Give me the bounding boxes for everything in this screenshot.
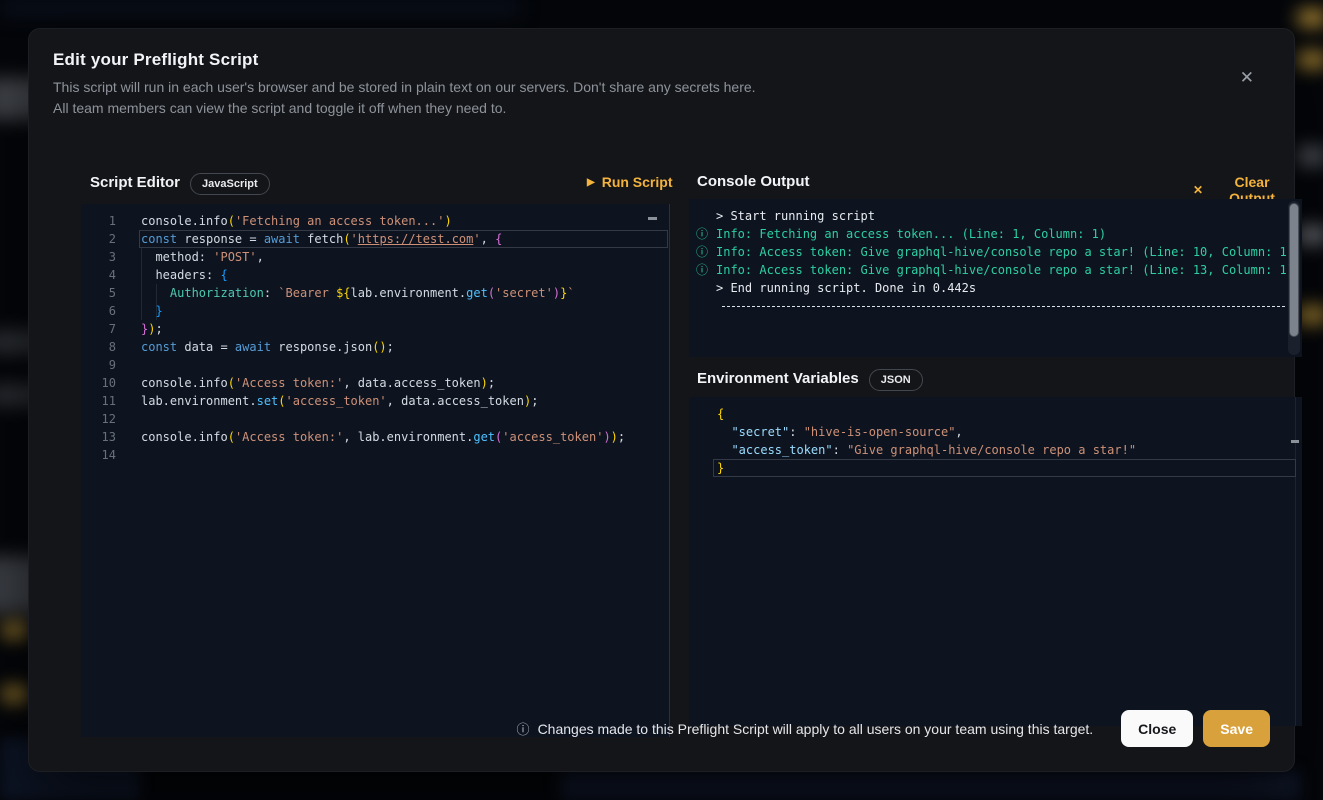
background-blur [2, 622, 28, 638]
code-line: 12 [81, 410, 669, 428]
line-number: 14 [81, 446, 116, 464]
run-script-label: Run Script [602, 174, 673, 190]
modal-description-line2: All team members can view the script and… [53, 100, 506, 116]
json-badge: JSON [869, 369, 923, 391]
code-line: 4 headers: { [81, 266, 669, 284]
console-scrollbar-thumb[interactable] [1289, 203, 1299, 337]
console-output-panel: > Start running script ⓘ Info: Fetching an… [689, 199, 1302, 357]
current-line-highlight [713, 459, 1296, 477]
info-circle-icon: ⓘ [695, 243, 709, 261]
javascript-badge: JavaScript [190, 173, 270, 195]
environment-variables-label: Environment Variables [697, 370, 859, 387]
line-number: 12 [81, 410, 116, 428]
code-line: { [689, 405, 1302, 423]
code-line: } [689, 459, 1302, 477]
clear-icon: ✕ [1193, 183, 1203, 197]
console-entry: ⓘ Info: Access token: Give graphql-hive/c… [695, 243, 1302, 261]
background-blur [2, 686, 28, 702]
line-number: 6 [81, 302, 116, 320]
close-button[interactable]: Close [1121, 710, 1193, 747]
info-icon: ⓘ [517, 719, 530, 738]
code-line: 3 method: 'POST', [81, 248, 669, 266]
play-icon: ▶ [587, 177, 595, 188]
code-line: 11 lab.environment.set('access_token', da… [81, 392, 669, 410]
info-circle-icon: ⓘ [695, 261, 709, 279]
line-number: 13 [81, 428, 116, 446]
console-entry: ⓘ Info: Fetching an access token... (Line… [695, 225, 1302, 243]
code-line: "secret": "hive-is-open-source", [689, 423, 1302, 441]
footer-note-text: Changes made to this Preflight Script wi… [538, 721, 1094, 737]
code-text: "access_token": "Give graphql-hive/conso… [717, 441, 1136, 459]
console-entry-text: Info: Fetching an access token... (Line:… [716, 225, 1296, 243]
line-number: 3 [81, 248, 116, 266]
code-text: headers: { [141, 266, 228, 284]
line-number: 9 [81, 356, 116, 374]
code-line: 14 [81, 446, 669, 464]
console-entry-text: > End running script. Done in 0.442s [716, 279, 1296, 297]
background-blur [560, 770, 1300, 800]
code-text: const data = await response.json(); [141, 338, 394, 356]
console-entry: > Start running script [695, 207, 1302, 225]
line-number: 8 [81, 338, 116, 356]
console-entry-text: Info: Access token: Give graphql-hive/co… [716, 243, 1296, 261]
code-text: lab.environment.set('access_token', data… [141, 392, 538, 410]
console-scrollbar[interactable] [1288, 201, 1300, 355]
line-number: 10 [81, 374, 116, 392]
console-entry: ⓘ Info: Access token: Give graphql-hive/c… [695, 261, 1302, 279]
info-circle-icon: ⓘ [695, 225, 709, 243]
line-number: 1 [81, 212, 116, 230]
code-line: 9 [81, 356, 669, 374]
code-line: 5 Authorization: `Bearer ${lab.environme… [81, 284, 669, 302]
code-line: 6 } [81, 302, 669, 320]
preflight-script-modal: ✕ Edit your Preflight Script This script… [28, 28, 1295, 772]
console-divider [722, 306, 1285, 307]
console-entry: > End running script. Done in 0.442s [695, 279, 1302, 297]
line-number: 4 [81, 266, 116, 284]
console-output-label: Console Output [697, 173, 810, 190]
code-text: method: 'POST', [141, 248, 264, 266]
line-number: 2 [81, 230, 116, 248]
code-text: Authorization: `Bearer ${lab.environment… [141, 284, 575, 302]
modal-footer: ⓘ Changes made to this Preflight Script … [29, 710, 1294, 747]
environment-variables-header: Environment Variables JSON [697, 369, 923, 391]
code-line: 10 console.info('Access token:', data.acc… [81, 374, 669, 392]
code-line: 1 console.info('Fetching an access token.… [81, 212, 669, 230]
code-line: 13 console.info('Access token:', lab.envi… [81, 428, 669, 446]
code-line: "access_token": "Give graphql-hive/conso… [689, 441, 1302, 459]
background-blur [1298, 10, 1323, 26]
console-entry-text: > Start running script [716, 207, 1296, 225]
code-text: console.info('Access token:', lab.enviro… [141, 428, 625, 446]
line-number: 11 [81, 392, 116, 410]
background-blur [1298, 52, 1323, 68]
background-blur [0, 0, 520, 16]
script-code-editor[interactable]: 1 console.info('Fetching an access token.… [81, 204, 670, 737]
code-text: } [141, 302, 163, 320]
modal-description-line1: This script will run in each user's brow… [53, 79, 756, 95]
code-text: } [717, 459, 724, 477]
run-script-button[interactable]: ▶ Run Script [587, 174, 672, 190]
code-text: const response = await fetch('https://te… [141, 230, 502, 248]
modal-title: Edit your Preflight Script [53, 50, 258, 70]
code-text: { [717, 405, 724, 423]
console-output-header: Console Output [697, 173, 810, 191]
code-text: "secret": "hive-is-open-source", [717, 423, 963, 441]
code-text: console.info('Access token:', data.acces… [141, 374, 495, 392]
code-line: 2 const response = await fetch('https://t… [81, 230, 669, 248]
environment-variables-editor[interactable]: { "secret": "hive-is-open-source", "acce… [689, 397, 1302, 726]
console-entry-text: Info: Access token: Give graphql-hive/co… [716, 261, 1296, 279]
save-button[interactable]: Save [1203, 710, 1270, 747]
background-blur [1296, 146, 1323, 166]
code-text: }); [141, 320, 163, 338]
code-text: console.info('Fetching an access token..… [141, 212, 452, 230]
script-editor-label: Script Editor [90, 174, 180, 191]
close-icon[interactable]: ✕ [1240, 69, 1254, 86]
code-line: 7}); [81, 320, 669, 338]
line-number: 5 [81, 284, 116, 302]
code-line: 8 const data = await response.json(); [81, 338, 669, 356]
footer-note: ⓘ Changes made to this Preflight Script … [517, 719, 1094, 738]
line-number: 7 [81, 320, 116, 338]
script-editor-header: Script Editor JavaScript [90, 173, 270, 195]
screen: ✕ Edit your Preflight Script This script… [0, 0, 1323, 800]
